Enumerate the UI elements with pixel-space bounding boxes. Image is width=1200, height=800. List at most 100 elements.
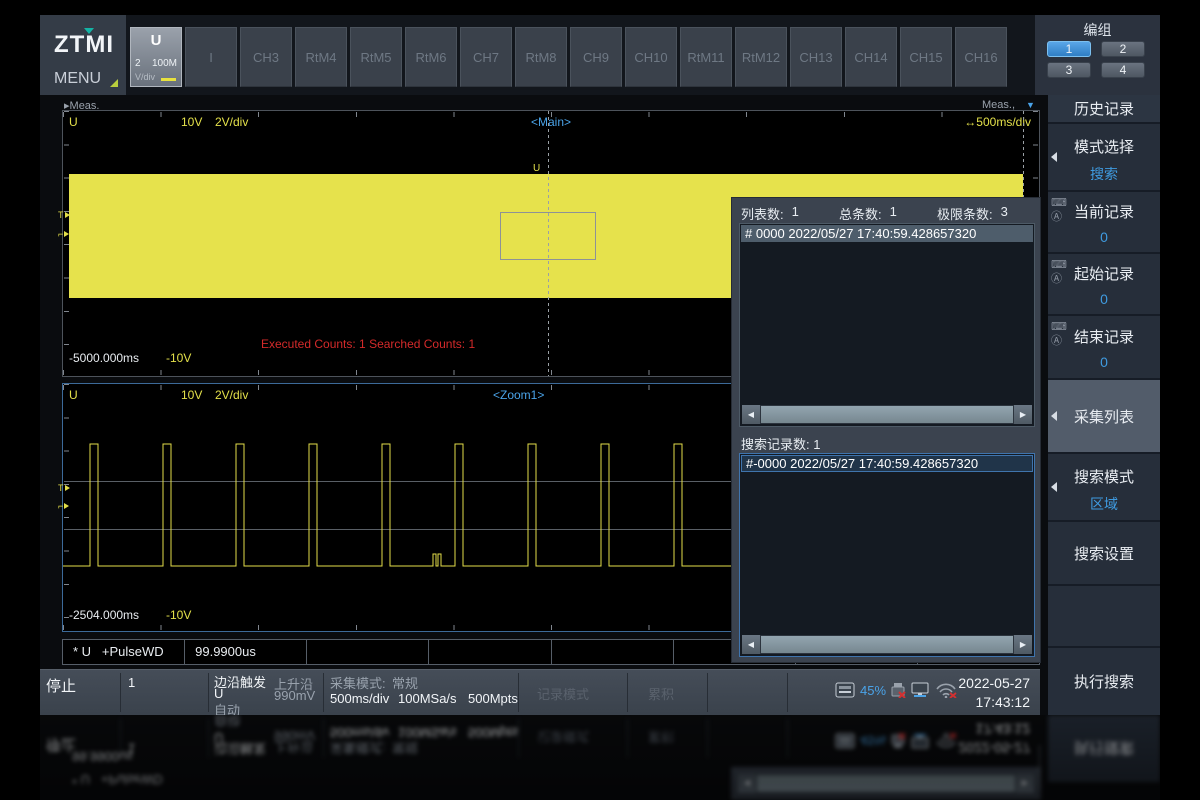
acquisition-list-scrollbar[interactable]: ◀ ▶ — [742, 405, 1032, 424]
channel-scale-value: 2 — [135, 58, 141, 69]
channel-tab-strip: U2100MV/divICH3RtM4RtM5RtM6CH7RtM8CH9CH1… — [130, 27, 1007, 87]
sidebar-item-acquisition-list[interactable]: 采集列表 — [1048, 380, 1160, 452]
sidebar-item-current-record[interactable]: ⌨Ⓐ 当前记录 0 — [1048, 192, 1160, 252]
channel-tab-rtm11[interactable]: RtM11 — [680, 27, 732, 87]
channel-tab-ch3[interactable]: CH3 — [240, 27, 292, 87]
channel-tab-rtm5[interactable]: RtM5 — [350, 27, 402, 87]
network-icon — [911, 682, 930, 698]
sidebar-item-mode-select[interactable]: 模式选择 搜索 — [1048, 124, 1160, 190]
history-list-dialog: 列表数:1 总条数:1 极限条数:3 # 0000 2022/05/27 17:… — [731, 197, 1041, 663]
channel-tab-rtm4[interactable]: RtM4 — [295, 27, 347, 87]
sidebar-item-start-record[interactable]: ⌨Ⓐ 起始记录 0 — [1048, 254, 1160, 314]
sample-rate: 100MSa/s — [398, 691, 457, 706]
trigger-edge: 上升沿 — [274, 738, 313, 757]
sidebar-item-search-mode[interactable]: 搜索模式 区域 — [1048, 454, 1160, 520]
menu-button[interactable]: MENU — [54, 70, 101, 88]
status-icons: 45% — [835, 682, 957, 698]
time-value: 17:43:12 — [958, 693, 1030, 712]
acquisition-mode-label[interactable]: 采集模式: — [330, 673, 386, 692]
keypad-icon: ⌨ — [1051, 320, 1067, 333]
acquisition-list[interactable]: # 0000 2022/05/27 17:40:59.428657320 ◀ ▶ — [739, 223, 1035, 427]
measure-cell-2: 99.9900us — [62, 745, 1040, 768]
date-value: 2022-05-27 — [958, 674, 1030, 693]
trigger-level-marker-icon[interactable]: T — [58, 211, 70, 220]
channel-tab-rtm8[interactable]: RtM8 — [515, 27, 567, 87]
main-view-label: <Main> — [531, 115, 571, 129]
channel-bandwidth: 100M — [152, 58, 177, 69]
trigger-type: 边沿触发 — [214, 740, 266, 759]
measure-cell-1: * U +PulseWD — [63, 640, 185, 664]
channel-tab-i[interactable]: I — [185, 27, 237, 87]
run-state[interactable]: 停止 — [46, 675, 76, 696]
dialog-reflection-strip — [731, 767, 1041, 800]
channel-scale-unit: V/div — [135, 72, 155, 82]
sidebar-item-empty[interactable] — [1048, 586, 1160, 646]
scroll-right-icon[interactable]: ▶ — [1014, 635, 1032, 654]
limit-count: 极限条数:3 — [937, 204, 1008, 223]
channel-tab-rtm12[interactable]: RtM12 — [735, 27, 787, 87]
network-icon — [911, 733, 930, 749]
status-icons: 45% — [835, 733, 957, 749]
trigger-source: U — [214, 730, 223, 745]
run-state: 停止 — [46, 735, 76, 756]
usb-icon — [891, 733, 906, 749]
scroll-track[interactable] — [760, 405, 1014, 424]
scroll-left-icon[interactable]: ◀ — [742, 635, 760, 654]
zoom-level-label: -10V — [166, 608, 191, 622]
channel-tab-ch16[interactable]: CH16 — [955, 27, 1007, 87]
status-bar: 停止 1 边沿触发 U 自动 上升沿 990mV 采集模式: 常规 500ms/… — [40, 669, 1040, 715]
sidebar-item-execute-search[interactable]: 执行搜索 — [1048, 648, 1160, 715]
scroll-left-icon: ◀ — [738, 774, 756, 793]
channel-tab-rtm6[interactable]: RtM6 — [405, 27, 457, 87]
scroll-thumb[interactable] — [761, 636, 1013, 653]
acquisition-list-row[interactable]: # 0000 2022/05/27 17:40:59.428657320 — [741, 225, 1033, 242]
record-length: 500Mpts — [468, 691, 518, 706]
trigger-mode: 自动 — [214, 715, 240, 731]
channel-tab-ch9[interactable]: CH9 — [570, 27, 622, 87]
scroll-thumb[interactable] — [761, 406, 1013, 423]
zoom-trigger-marker-icon[interactable]: T — [58, 484, 70, 493]
group-button-4[interactable]: 4 — [1101, 62, 1145, 78]
zoom-region-box[interactable] — [500, 212, 596, 260]
jog-knob-icon: Ⓐ — [1051, 334, 1062, 347]
group-button-2[interactable]: 2 — [1101, 41, 1145, 57]
acquisition-mode: 常规 — [392, 673, 418, 692]
scroll-left-icon[interactable]: ◀ — [742, 405, 760, 424]
group-button-3[interactable]: 3 — [1047, 62, 1091, 78]
main-time-label: -5000.000ms — [69, 351, 139, 365]
channel-tab-ch10[interactable]: CH10 — [625, 27, 677, 87]
record-mode-label: 记录模式 — [537, 728, 589, 747]
search-result-row[interactable]: #-0000 2022/05/27 17:40:59.428657320 — [741, 455, 1033, 472]
timebase-setting: 500ms/div — [330, 725, 389, 740]
main-channel-label: U — [69, 115, 78, 129]
logo-block: ZTMI MENU — [40, 15, 126, 95]
measure-cell-5 — [552, 640, 674, 664]
channel-tab-ch14[interactable]: CH14 — [845, 27, 897, 87]
channel-tab-ch7[interactable]: CH7 — [460, 27, 512, 87]
search-list-scrollbar[interactable]: ◀ ▶ — [742, 635, 1032, 654]
scroll-thumb — [757, 775, 1015, 792]
accumulate-label: 累积 — [648, 684, 674, 703]
softkey-arrow-icon — [1051, 411, 1057, 421]
screen-reflection: 停止 1 边沿触发 U 自动 上升沿 990mV 采集模式: 常规 500ms/… — [40, 715, 1160, 800]
usb-icon — [891, 682, 906, 698]
softkey-sidebar: 历史记录 模式选择 搜索 ⌨Ⓐ 当前记录 0 ⌨Ⓐ 起始记录 0 ⌨Ⓐ 结束记录… — [1048, 95, 1160, 715]
grouping-panel: 编组 1 2 3 4 — [1035, 15, 1160, 95]
brand-logo-mark-icon — [84, 28, 94, 34]
main-timebase-label: ↔500ms/div — [964, 115, 1031, 129]
list-count: 列表数:1 — [741, 204, 799, 223]
sidebar-item-end-record[interactable]: ⌨Ⓐ 结束记录 0 — [1048, 316, 1160, 378]
channel-tab-label: U — [131, 32, 181, 49]
group-button-1[interactable]: 1 — [1047, 41, 1091, 57]
sidebar-item-search-settings[interactable]: 搜索设置 — [1048, 522, 1160, 584]
search-result-list[interactable]: #-0000 2022/05/27 17:40:59.428657320 ◀ ▶ — [739, 453, 1035, 657]
wifi-icon — [935, 682, 957, 698]
scroll-right-icon[interactable]: ▶ — [1014, 405, 1032, 424]
channel-tab-ch13[interactable]: CH13 — [790, 27, 842, 87]
scroll-track[interactable] — [760, 635, 1014, 654]
channel-tab-u[interactable]: U 2 100M V/div — [130, 27, 182, 87]
accumulate-label: 累积 — [648, 728, 674, 747]
channel-position-marker-icon[interactable]: ⌐ — [58, 230, 69, 239]
channel-tab-ch15[interactable]: CH15 — [900, 27, 952, 87]
zoom-position-marker-icon[interactable]: ⌐ — [58, 502, 69, 511]
